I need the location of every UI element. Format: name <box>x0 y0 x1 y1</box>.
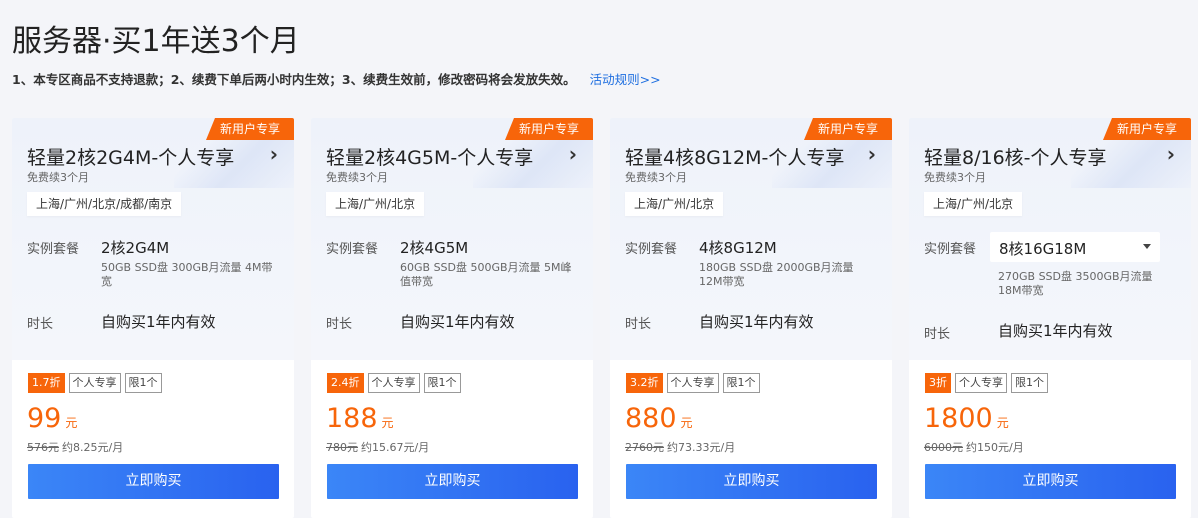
original-price: 780元 <box>326 441 358 454</box>
price-unit: 元 <box>65 416 78 430</box>
new-user-ribbon: 新用户专享 <box>505 118 593 140</box>
buy-now-button[interactable]: 立即购买 <box>925 464 1176 499</box>
original-price: 6000元 <box>924 441 963 454</box>
spec-dropdown-value: 8核16G18M <box>999 240 1087 258</box>
buy-now-button[interactable]: 立即购买 <box>28 464 279 499</box>
product-name[interactable]: 轻量2核2G4M-个人专享 <box>27 143 234 170</box>
region-selector[interactable]: 上海/广州/北京 <box>924 192 1023 216</box>
product-card-4: 新用户专享 轻量8/16核-个人专享 › 免费续3个月 上海/广州/北京 实例套… <box>909 118 1191 518</box>
discount-badge: 2.4折 <box>327 373 364 393</box>
price-value: 1800 <box>924 403 993 434</box>
new-user-ribbon: 新用户专享 <box>1103 118 1191 140</box>
new-user-ribbon: 新用户专享 <box>804 118 892 140</box>
price: 880 元 <box>625 403 693 434</box>
personal-tag: 个人专享 <box>666 373 719 393</box>
duration-value: 自购买1年内有效 <box>699 313 814 331</box>
spec-label: 实例套餐 <box>326 242 379 257</box>
product-name[interactable]: 轻量4核8G12M-个人专享 <box>625 143 844 170</box>
original-price: 2760元 <box>625 441 664 454</box>
original-price: 576元 <box>27 441 59 454</box>
original-price-row: 780元 约15.67元/月 <box>326 439 429 455</box>
price-unit: 元 <box>996 416 1009 430</box>
spec-detail: 60GB SSD盘 500GB月流量 5M峰值带宽 <box>400 261 572 288</box>
spec-value: 2核4G5M <box>400 239 469 257</box>
notice-text: 1、本专区商品不支持退款；2、续费下单后两小时内生效；3、续费生效前，修改密码将… <box>12 69 661 88</box>
product-card-2: 新用户专享 轻量2核4G5M-个人专享 › 免费续3个月 上海/广州/北京 实例… <box>311 118 593 518</box>
rules-link[interactable]: 活动规则>> <box>590 72 661 87</box>
duration-label: 时长 <box>326 317 353 332</box>
free-renewal-note: 免费续3个月 <box>27 171 89 184</box>
price-value: 880 <box>625 403 677 434</box>
duration-value: 自购买1年内有效 <box>101 313 216 331</box>
spec-detail: 270GB SSD盘 3500GB月流量 18M带宽 <box>998 270 1153 297</box>
free-renewal-note: 免费续3个月 <box>924 171 986 184</box>
price: 1800 元 <box>924 403 1009 434</box>
price-unit: 元 <box>680 416 693 430</box>
notice-rules: 1、本专区商品不支持退款；2、续费下单后两小时内生效；3、续费生效前，修改密码将… <box>12 72 576 87</box>
free-renewal-note: 免费续3个月 <box>326 171 388 184</box>
spec-label: 实例套餐 <box>625 242 678 257</box>
price-value: 99 <box>27 403 62 434</box>
limit-tag: 限1个 <box>1011 373 1048 393</box>
new-user-ribbon: 新用户专享 <box>206 118 294 140</box>
caret-down-icon <box>1143 244 1151 249</box>
region-selector[interactable]: 上海/广州/北京 <box>326 192 425 216</box>
chevron-right-icon[interactable]: › <box>569 144 577 164</box>
personal-tag: 个人专享 <box>367 373 420 393</box>
chevron-right-icon[interactable]: › <box>270 144 278 164</box>
original-price-row: 6000元 约150元/月 <box>924 439 1024 455</box>
limit-tag: 限1个 <box>124 373 162 393</box>
limit-tag: 限1个 <box>722 373 760 393</box>
spec-label: 实例套餐 <box>27 242 80 257</box>
product-name[interactable]: 轻量8/16核-个人专享 <box>924 143 1107 170</box>
duration-label: 时长 <box>27 317 54 332</box>
tag-row: 1.7折 个人专享 限1个 <box>28 373 162 393</box>
spec-value: 4核8G12M <box>699 239 777 257</box>
original-price-row: 2760元 约73.33元/月 <box>625 439 735 455</box>
spec-detail: 180GB SSD盘 2000GB月流量 12M带宽 <box>699 261 854 288</box>
region-selector[interactable]: 上海/广州/北京 <box>625 192 724 216</box>
original-price-row: 576元 约8.25元/月 <box>27 439 123 455</box>
price-value: 188 <box>326 403 378 434</box>
tag-row: 2.4折 个人专享 限1个 <box>327 373 461 393</box>
personal-tag: 个人专享 <box>955 373 1007 393</box>
personal-tag: 个人专享 <box>68 373 121 393</box>
buy-now-button[interactable]: 立即购买 <box>626 464 877 499</box>
duration-label: 时长 <box>625 317 652 332</box>
spec-label: 实例套餐 <box>924 242 977 257</box>
price-unit: 元 <box>381 416 394 430</box>
tag-row: 3折 个人专享 限1个 <box>925 373 1048 393</box>
monthly-price: 约150元/月 <box>966 441 1024 454</box>
product-card-1: 新用户专享 轻量2核2G4M-个人专享 › 免费续3个月 上海/广州/北京/成都… <box>12 118 294 518</box>
product-card-3: 新用户专享 轻量4核8G12M-个人专享 › 免费续3个月 上海/广州/北京 实… <box>610 118 892 518</box>
chevron-right-icon[interactable]: › <box>1167 144 1175 164</box>
duration-label: 时长 <box>924 327 951 342</box>
buy-now-button[interactable]: 立即购买 <box>327 464 578 499</box>
tag-row: 3.2折 个人专享 限1个 <box>626 373 760 393</box>
spec-detail: 50GB SSD盘 300GB月流量 4M带宽 <box>101 261 273 288</box>
monthly-price: 约15.67元/月 <box>361 441 430 454</box>
price: 99 元 <box>27 403 77 434</box>
price: 188 元 <box>326 403 394 434</box>
monthly-price: 约8.25元/月 <box>62 441 124 454</box>
monthly-price: 约73.33元/月 <box>667 441 736 454</box>
product-name[interactable]: 轻量2核4G5M-个人专享 <box>326 143 533 170</box>
spec-dropdown[interactable]: 8核16G18M <box>990 232 1160 262</box>
page-title: 服务器·买1年送3个月 <box>12 24 300 59</box>
free-renewal-note: 免费续3个月 <box>625 171 687 184</box>
duration-value: 自购买1年内有效 <box>998 322 1113 340</box>
spec-value: 2核2G4M <box>101 239 170 257</box>
region-selector[interactable]: 上海/广州/北京/成都/南京 <box>27 192 182 216</box>
duration-value: 自购买1年内有效 <box>400 313 515 331</box>
discount-badge: 1.7折 <box>28 373 65 393</box>
chevron-right-icon[interactable]: › <box>868 144 876 164</box>
limit-tag: 限1个 <box>423 373 461 393</box>
discount-badge: 3折 <box>925 373 951 393</box>
discount-badge: 3.2折 <box>626 373 663 393</box>
